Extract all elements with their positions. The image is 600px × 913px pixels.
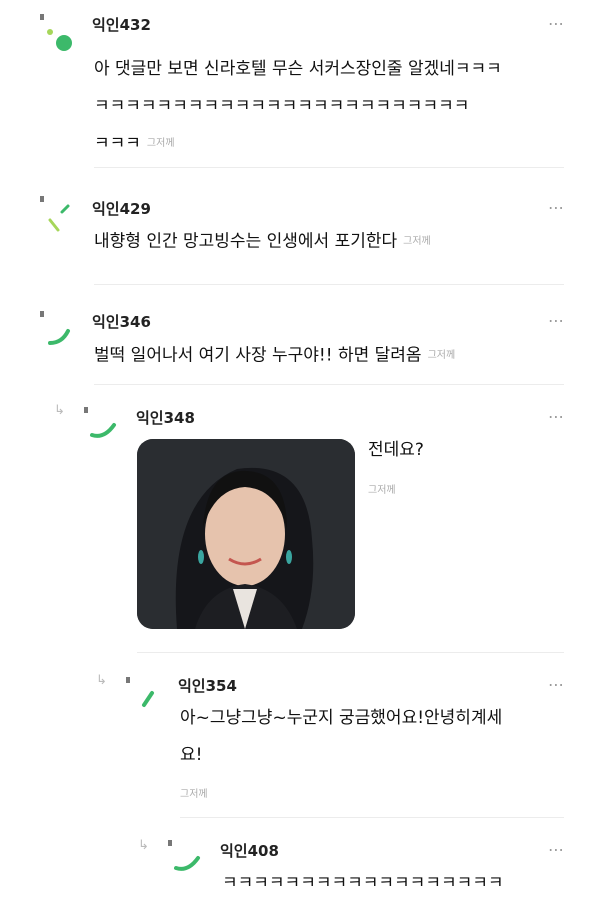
reply-arrow-icon: ↳ bbox=[96, 673, 107, 688]
comment-time: 그저께 bbox=[368, 485, 396, 496]
comment-time: 그저께 bbox=[403, 236, 431, 247]
comment-429: 익인429 ⋯ 내향형 인간 망고빙수는 인생에서 포기한다 그저께 bbox=[0, 170, 600, 285]
more-options-icon[interactable]: ⋯ bbox=[548, 840, 565, 859]
avatar-icon bbox=[126, 677, 154, 707]
reply-arrow-icon: ↳ bbox=[54, 403, 65, 418]
more-options-icon[interactable]: ⋯ bbox=[548, 311, 565, 330]
avatar-icon bbox=[40, 311, 70, 345]
comment-author[interactable]: 익인429 bbox=[92, 198, 151, 219]
comment-time: 그저께 bbox=[427, 350, 456, 361]
portrait-image bbox=[137, 439, 355, 629]
comment-author[interactable]: 익인408 bbox=[220, 840, 279, 861]
comment-text: 내향형 인간 망고빙수는 인생에서 포기한다 그저께 bbox=[94, 231, 431, 252]
reply-354: ↳ 익인354 ⋯ 아~그냥그냥~누군지 궁금했어요!안녕히계세 요! 그저께 bbox=[0, 653, 600, 818]
comment-text: 전데요? bbox=[368, 440, 424, 460]
comment-author[interactable]: 익인354 bbox=[178, 675, 237, 696]
avatar-icon bbox=[84, 407, 116, 438]
divider bbox=[94, 167, 564, 168]
reply-arrow-icon: ↳ bbox=[138, 838, 149, 853]
avatar-icon bbox=[168, 840, 200, 871]
comment-text: 아~그냥그냥~누군지 궁금했어요!안녕히계세 요! bbox=[180, 708, 503, 765]
more-options-icon[interactable]: ⋯ bbox=[548, 198, 565, 217]
comment-346: 익인346 ⋯ 벌떡 일어나서 여기 사장 누구야!! 하면 달려옴 그저께 bbox=[0, 285, 600, 385]
reply-408: ↳ 익인408 ⋯ ㅋㅋㅋㅋㅋㅋㅋㅋㅋㅋㅋㅋㅋㅋㅋㅋㅋㅋ bbox=[0, 818, 600, 913]
avatar-icon bbox=[40, 196, 70, 232]
avatar-icon bbox=[40, 14, 72, 51]
comment-author[interactable]: 익인432 bbox=[92, 14, 151, 35]
more-options-icon[interactable]: ⋯ bbox=[548, 14, 565, 33]
attached-photo[interactable] bbox=[137, 439, 355, 629]
comment-432: 익인432 ⋯ 아 댓글만 보면 신라호텔 무슨 서커스장인줄 알겠네ㅋㅋㅋ ㅋ… bbox=[0, 0, 600, 170]
more-options-icon[interactable]: ⋯ bbox=[548, 407, 565, 426]
comment-text: 벌떡 일어나서 여기 사장 누구야!! 하면 달려옴 그저께 bbox=[94, 345, 456, 366]
comment-time: 그저께 bbox=[180, 789, 208, 800]
comment-time: 그저께 bbox=[146, 138, 175, 149]
comment-author[interactable]: 익인348 bbox=[136, 407, 195, 428]
more-options-icon[interactable]: ⋯ bbox=[548, 675, 565, 694]
comment-author[interactable]: 익인346 bbox=[92, 311, 151, 332]
comment-text: ㅋㅋㅋㅋㅋㅋㅋㅋㅋㅋㅋㅋㅋㅋㅋㅋㅋㅋ bbox=[222, 873, 504, 893]
comment-text: 아 댓글만 보면 신라호텔 무슨 서커스장인줄 알겠네ㅋㅋㅋ ㅋㅋㅋㅋㅋㅋㅋㅋㅋ… bbox=[94, 59, 502, 154]
reply-348: ↳ 익인348 ⋯ 전데요? 그저께 bbox=[0, 385, 600, 653]
